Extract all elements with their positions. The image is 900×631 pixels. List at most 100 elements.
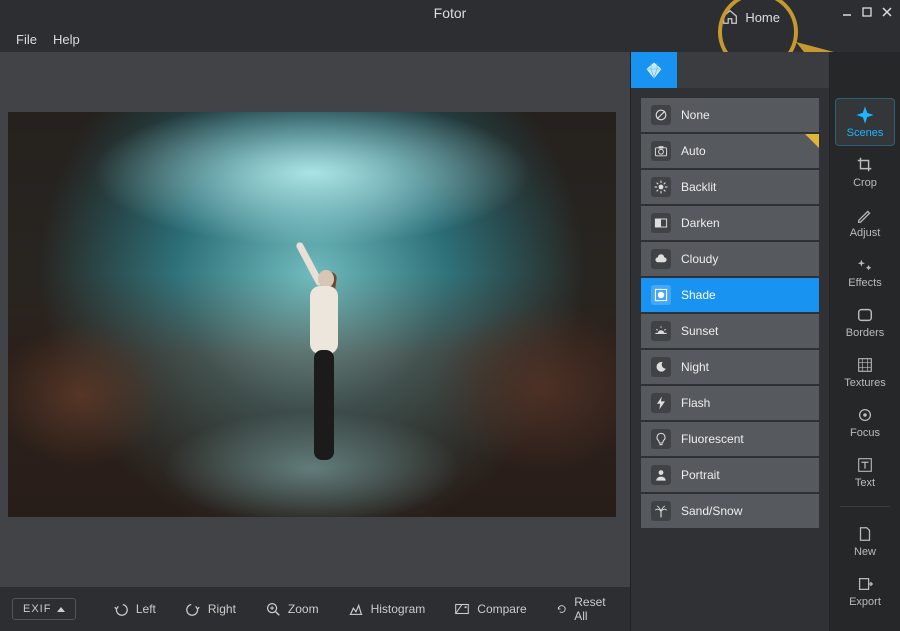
rotate-right-button[interactable]: Right [176, 596, 244, 622]
histogram-icon [347, 600, 365, 618]
rotate-left-button[interactable]: Left [104, 596, 164, 622]
zoom-label: Zoom [288, 602, 319, 616]
border-icon [856, 306, 874, 324]
preset-sand-snow[interactable]: Sand/Snow [641, 494, 819, 528]
zoom-button[interactable]: Zoom [256, 596, 327, 622]
darken-icon [651, 213, 671, 233]
preset-label: Sand/Snow [681, 504, 742, 518]
reset-label: Reset All [574, 595, 610, 623]
preset-sunset[interactable]: Sunset [641, 314, 819, 348]
none-icon [651, 105, 671, 125]
preset-fluorescent[interactable]: Fluorescent [641, 422, 819, 456]
preset-cloudy[interactable]: Cloudy [641, 242, 819, 276]
target-icon [856, 406, 874, 424]
rail-text[interactable]: Text [835, 448, 895, 496]
cloud-icon [651, 249, 671, 269]
preset-backlit[interactable]: Backlit [641, 170, 819, 204]
export-icon [856, 575, 874, 593]
preset-flash[interactable]: Flash [641, 386, 819, 420]
texture-icon [856, 356, 874, 374]
preset-label: Auto [681, 144, 706, 158]
preset-none[interactable]: None [641, 98, 819, 132]
preset-label: Fluorescent [681, 432, 744, 446]
histogram-button[interactable]: Histogram [339, 596, 434, 622]
preset-label: None [681, 108, 710, 122]
newdoc-icon [856, 525, 874, 543]
rail-adjust[interactable]: Adjust [835, 198, 895, 246]
stars-icon [856, 256, 874, 274]
sparkle-icon [856, 106, 874, 124]
rail-label: Scenes [847, 127, 884, 139]
rail-separator [840, 506, 890, 507]
rail-label: Effects [848, 277, 881, 289]
preset-night[interactable]: Night [641, 350, 819, 384]
preset-shade[interactable]: Shade [641, 278, 819, 312]
rotate-right-label: Right [208, 602, 236, 616]
preset-darken[interactable]: Darken [641, 206, 819, 240]
rail-textures[interactable]: Textures [835, 348, 895, 396]
preset-tab-bar [677, 52, 829, 88]
preset-label: Portrait [681, 468, 720, 482]
chevron-up-icon [57, 607, 65, 612]
rail-label: Export [849, 596, 881, 608]
reset-icon [555, 600, 569, 618]
compare-label: Compare [477, 602, 526, 616]
preset-label: Shade [681, 288, 716, 302]
rail-new[interactable]: New [835, 517, 895, 565]
text-icon [856, 456, 874, 474]
rail-label: Borders [846, 327, 885, 339]
home-label: Home [745, 10, 780, 25]
preset-portrait[interactable]: Portrait [641, 458, 819, 492]
rotate-left-label: Left [136, 602, 156, 616]
premium-tab[interactable] [631, 52, 677, 88]
portrait-icon [651, 465, 671, 485]
image-subject [300, 262, 350, 492]
preset-label: Darken [681, 216, 720, 230]
rail-label: Crop [853, 177, 877, 189]
menu-file[interactable]: File [16, 32, 37, 47]
pencil-icon [856, 206, 874, 224]
shade-icon [651, 285, 671, 305]
rail-borders[interactable]: Borders [835, 298, 895, 346]
sunset-icon [651, 321, 671, 341]
rail-effects[interactable]: Effects [835, 248, 895, 296]
home-icon [721, 8, 739, 26]
histogram-label: Histogram [371, 602, 426, 616]
rail-label: Text [855, 477, 875, 489]
rail-label: Textures [844, 377, 886, 389]
menu-help[interactable]: Help [53, 32, 80, 47]
moon-icon [651, 357, 671, 377]
rail-scenes[interactable]: Scenes [835, 98, 895, 146]
home-button-top[interactable]: Home [721, 8, 780, 26]
rail-label: Adjust [850, 227, 881, 239]
preset-label: Cloudy [681, 252, 718, 266]
diamond-icon [644, 60, 664, 80]
exif-button[interactable]: EXIF [12, 598, 76, 620]
compare-icon [453, 600, 471, 618]
rail-crop[interactable]: Crop [835, 148, 895, 196]
rail-focus[interactable]: Focus [835, 398, 895, 446]
preset-label: Night [681, 360, 709, 374]
palm-icon [651, 501, 671, 521]
rail-label: Focus [850, 427, 880, 439]
reset-all-button[interactable]: Reset All [547, 591, 618, 627]
camera-icon [651, 141, 671, 161]
rail-export[interactable]: Export [835, 567, 895, 615]
zoom-icon [264, 600, 282, 618]
rail-label: New [854, 546, 876, 558]
sunburst-icon [651, 177, 671, 197]
preset-label: Sunset [681, 324, 718, 338]
app-title: Fotor [434, 5, 467, 21]
rotate-right-icon [184, 600, 202, 618]
preset-label: Backlit [681, 180, 716, 194]
canvas-image[interactable] [8, 112, 616, 517]
rotate-left-icon [112, 600, 130, 618]
bulb-icon [651, 429, 671, 449]
premium-flag-icon [805, 134, 819, 148]
compare-button[interactable]: Compare [445, 596, 534, 622]
preset-auto[interactable]: Auto [641, 134, 819, 168]
crop-icon [856, 156, 874, 174]
exif-label: EXIF [23, 603, 51, 615]
flash-icon [651, 393, 671, 413]
preset-label: Flash [681, 396, 710, 410]
